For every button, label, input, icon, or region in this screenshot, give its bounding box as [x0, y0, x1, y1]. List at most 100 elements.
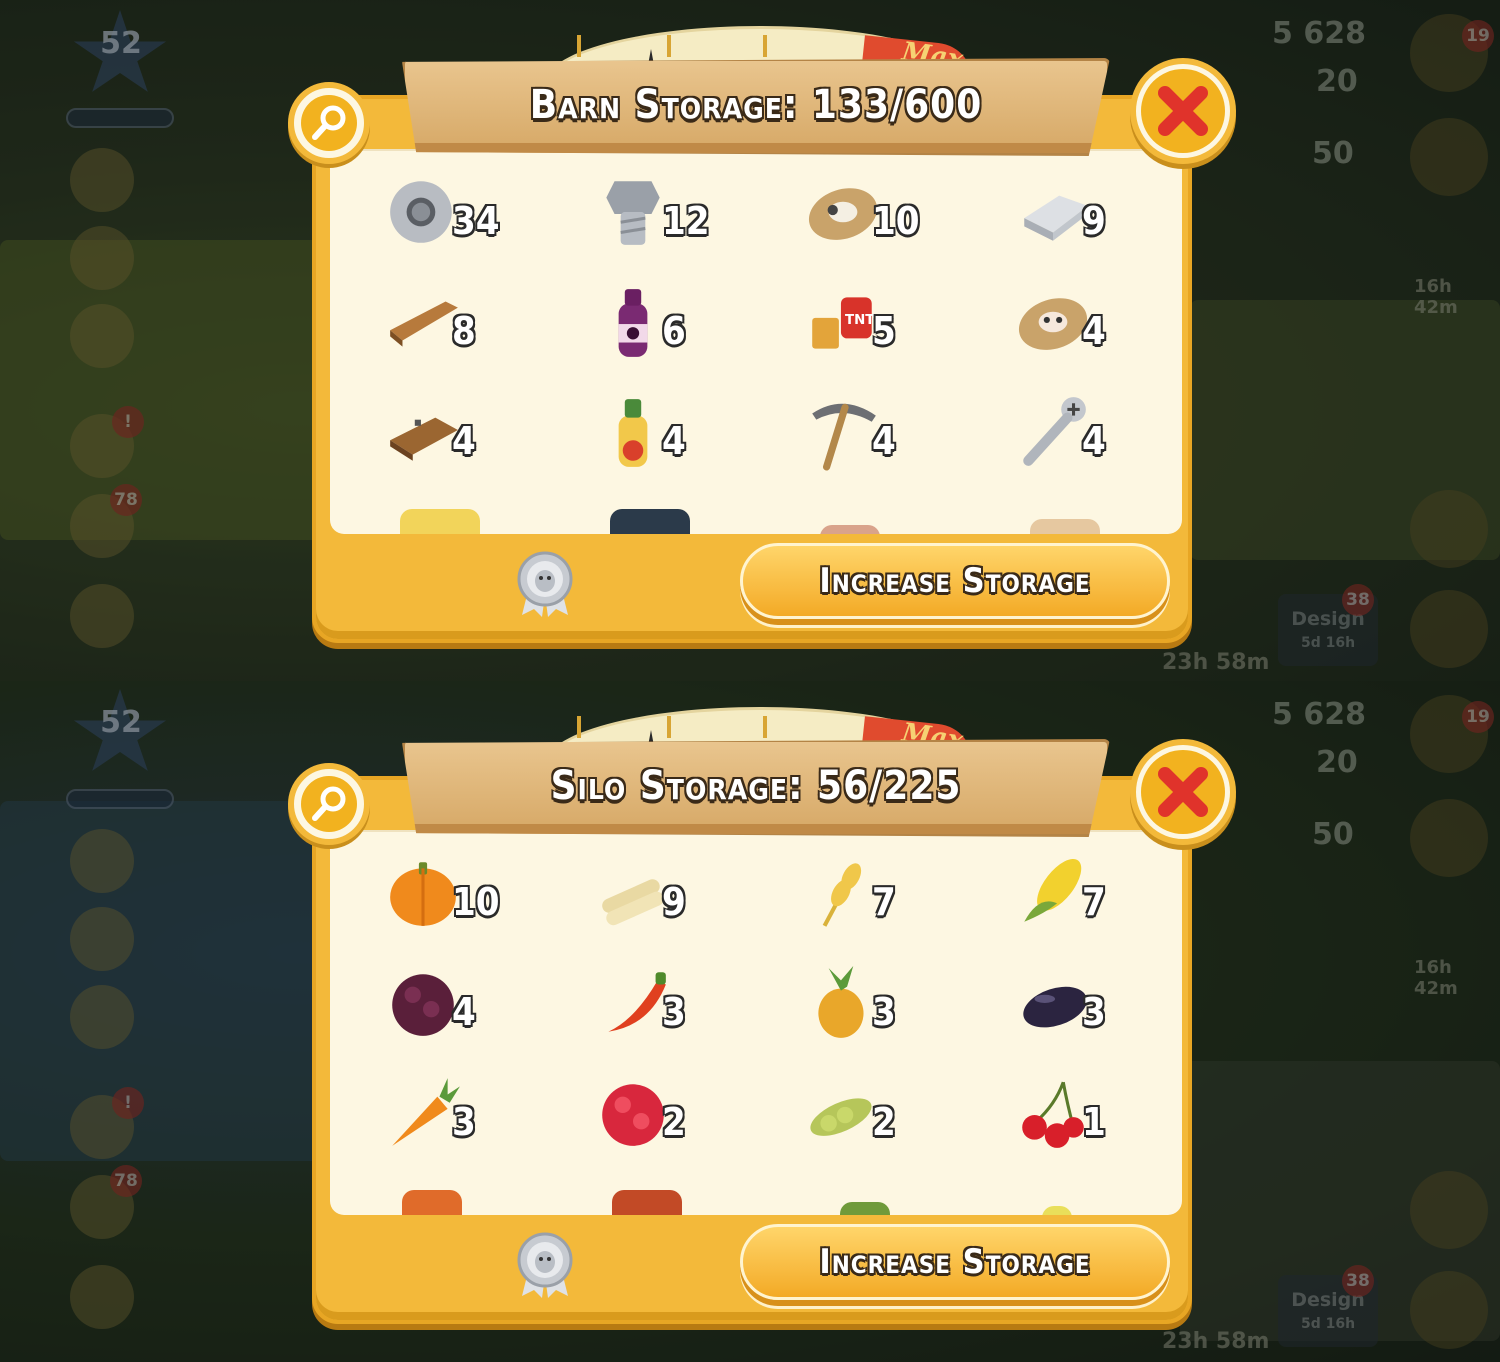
increase-storage-button[interactable]: Increase Storage: [740, 1224, 1170, 1300]
meter-tick: [577, 35, 581, 57]
increase-storage-label: Increase Storage: [819, 561, 1091, 601]
storage-item[interactable]: 10: [794, 179, 1004, 247]
cherry-icon: [1014, 1074, 1092, 1152]
meter-tick: [667, 716, 671, 738]
storage-item[interactable]: 2: [794, 1080, 1004, 1148]
storage-item[interactable]: 3: [584, 970, 794, 1038]
item-count: 4: [1082, 309, 1106, 353]
storage-item[interactable]: 9: [1004, 179, 1182, 247]
meter-tick: [577, 716, 581, 738]
pumpkin-icon: [384, 854, 462, 932]
partial-item: [612, 1190, 682, 1215]
blackberry-juice-icon: [594, 283, 672, 361]
close-icon: [1158, 86, 1208, 136]
item-count: 6: [662, 309, 686, 353]
storage-item[interactable]: 3: [374, 1078, 584, 1148]
storage-item[interactable]: 7: [794, 860, 1004, 928]
sugarcane-icon: [594, 854, 672, 932]
partial-item: [820, 525, 880, 534]
storage-item[interactable]: 4: [584, 399, 794, 467]
partial-item: [400, 509, 480, 534]
wheat-icon: [804, 854, 882, 932]
item-count: 2: [662, 1100, 686, 1144]
sheep-feed-icon: [804, 173, 882, 251]
item-count: 7: [872, 880, 896, 924]
dialog-title: Silo Storage: 56/225: [550, 763, 962, 809]
silver-bar-icon: [1014, 173, 1092, 251]
item-count: 3: [452, 1100, 476, 1144]
increase-storage-label: Increase Storage: [819, 1242, 1091, 1282]
item-count: 4: [1082, 419, 1106, 463]
item-count: 4: [872, 419, 896, 463]
medal-icon[interactable]: [512, 1232, 578, 1298]
storage-item[interactable]: 4: [374, 970, 584, 1038]
item-count: 3: [872, 990, 896, 1034]
close-button[interactable]: [1130, 739, 1236, 845]
meter-tick: [763, 35, 767, 57]
storage-item[interactable]: 7: [1004, 858, 1182, 928]
barn-dialog: 34 12 10 9 8 6 TNT 5 4 4 4 4 4 Increase Storage: [288, 0, 1236, 643]
item-count: 10: [452, 880, 500, 924]
plank-icon: [384, 283, 462, 361]
svg-text:TNT: TNT: [845, 313, 875, 328]
storage-item[interactable]: 4: [1004, 397, 1182, 467]
dialog-frame: 10 9 7 7 4 3 3 3 3 2 2 1 Increase Storage: [312, 776, 1192, 1324]
storage-item[interactable]: 9: [584, 860, 794, 928]
partial-item: [402, 1190, 462, 1215]
magnifier-icon: [312, 786, 346, 821]
item-panel: 10 9 7 7 4 3 3 3 3 2 2 1: [330, 830, 1182, 1215]
close-icon: [1158, 767, 1208, 817]
soybean-icon: [804, 1074, 882, 1152]
increase-storage-button[interactable]: Increase Storage: [740, 543, 1170, 619]
land-deed-icon: [384, 393, 462, 471]
item-count: 3: [662, 990, 686, 1034]
storage-item[interactable]: 34: [374, 179, 584, 247]
storage-item[interactable]: TNT 5: [794, 289, 1004, 357]
storage-item[interactable]: 12: [584, 179, 794, 247]
blackberry-icon: [384, 964, 462, 1042]
barn-screen: 52 ! 78 5 628 20 50 19 16h 42m Design 5d…: [0, 0, 1500, 681]
item-count: 1: [1082, 1100, 1106, 1144]
partial-item: [1030, 519, 1100, 534]
storage-item[interactable]: 2: [584, 1080, 794, 1148]
raspberry-icon: [594, 1074, 672, 1152]
storage-item[interactable]: 4: [1004, 289, 1182, 357]
barn-item-grid: 34 12 10 9 8 6 TNT 5 4 4 4 4 4: [374, 179, 1174, 471]
bean-icon: [1014, 964, 1092, 1042]
storage-item[interactable]: 4: [374, 399, 584, 467]
search-button[interactable]: [288, 82, 370, 164]
silo-item-grid: 10 9 7 7 4 3 3 3 3 2 2 1: [374, 858, 1174, 1148]
cow-feed-icon: [1014, 283, 1092, 361]
storage-item[interactable]: 8: [374, 289, 584, 357]
storage-item[interactable]: 10: [374, 860, 584, 928]
item-count: 7: [1082, 880, 1106, 924]
item-count: 12: [662, 199, 710, 243]
item-count: 3: [1082, 990, 1106, 1034]
storage-item[interactable]: 3: [794, 966, 1004, 1038]
dialog-frame: 34 12 10 9 8 6 TNT 5 4 4 4 4 4 Increase Storage: [312, 95, 1192, 643]
bolt-icon: [594, 173, 672, 251]
dialog-title: Barn Storage: 133/600: [529, 82, 983, 128]
item-count: 4: [452, 419, 476, 463]
storage-item[interactable]: 6: [584, 289, 794, 357]
storage-item[interactable]: 4: [794, 399, 1004, 471]
item-count: 34: [452, 199, 500, 243]
screw-icon: [1014, 393, 1092, 471]
item-count: 5: [872, 309, 896, 353]
partial-item: [1042, 1206, 1072, 1215]
search-button[interactable]: [288, 763, 370, 845]
storage-item[interactable]: 3: [1004, 970, 1182, 1038]
storage-item[interactable]: 1: [1004, 1080, 1182, 1148]
item-count: 8: [452, 309, 476, 353]
item-count: 4: [662, 419, 686, 463]
chili-pepper-icon: [594, 964, 672, 1042]
close-button[interactable]: [1130, 58, 1236, 164]
meter-tick: [667, 35, 671, 57]
pickaxe-icon: [804, 393, 882, 471]
medal-icon[interactable]: [512, 551, 578, 617]
meter-tick: [763, 716, 767, 738]
pineapple-icon: [804, 964, 882, 1042]
magnifier-icon: [312, 105, 346, 140]
silo-screen: 52 ! 78 5 628 20 50 19 16h 42m Design 5d…: [0, 681, 1500, 1362]
item-count: 9: [1082, 199, 1106, 243]
